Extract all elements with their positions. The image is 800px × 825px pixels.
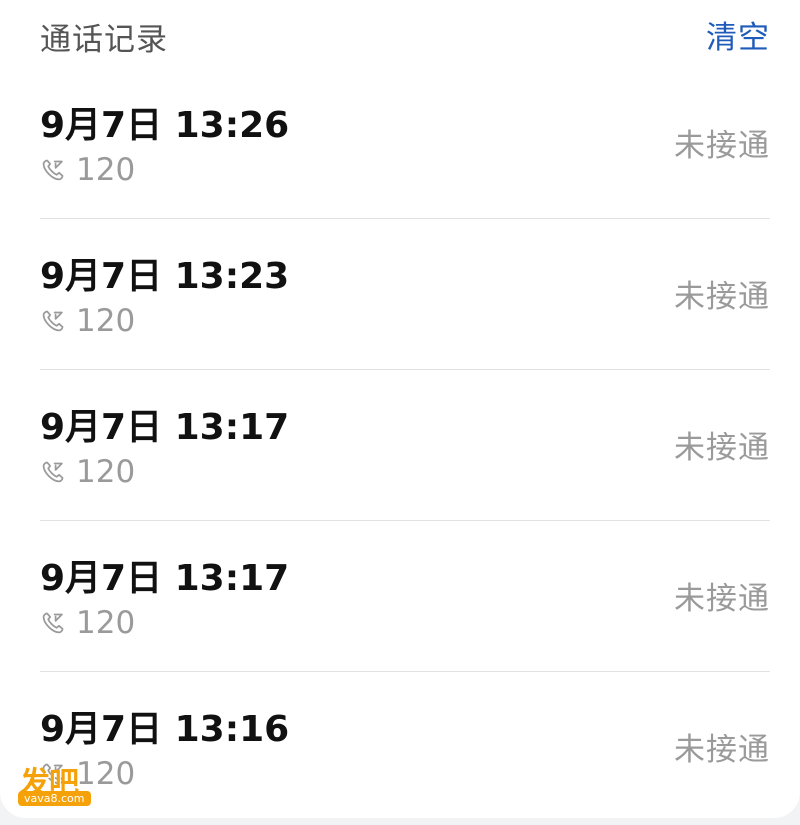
call-log-header: 通话记录 清空 — [40, 0, 770, 68]
call-time: 9月7日 13:17 — [40, 558, 290, 599]
call-status: 未接通 — [674, 732, 770, 768]
watermark-logo: 发吧 vava8.com — [18, 758, 98, 808]
call-time: 9月7日 13:17 — [40, 407, 290, 448]
call-row[interactable]: 9月7日 13:16 120 未接通 — [40, 672, 770, 822]
call-status: 未接通 — [674, 430, 770, 466]
call-time: 9月7日 13:16 — [40, 709, 290, 750]
clear-button[interactable]: 清空 — [706, 12, 770, 57]
call-number-line: 120 — [40, 454, 135, 490]
missed-call-icon — [42, 310, 64, 332]
call-number-line: 120 — [40, 152, 135, 188]
call-number: 120 — [76, 454, 136, 490]
call-number-line: 120 — [40, 303, 135, 339]
watermark-url: vava8.com — [18, 791, 91, 806]
missed-call-icon — [42, 612, 64, 634]
call-row[interactable]: 9月7日 13:17 120 未接通 — [40, 370, 770, 521]
call-time: 9月7日 13:26 — [40, 105, 290, 146]
call-row[interactable]: 9月7日 13:26 120 未接通 — [40, 68, 770, 219]
call-number: 120 — [76, 303, 136, 339]
call-log-screen: 通话记录 清空 9月7日 13:26 120 未接通 9月7日 13:23 12… — [0, 0, 800, 825]
page-title: 通话记录 — [40, 22, 168, 58]
call-number: 120 — [76, 605, 136, 641]
call-status: 未接通 — [674, 279, 770, 315]
call-status: 未接通 — [674, 128, 770, 164]
call-row[interactable]: 9月7日 13:23 120 未接通 — [40, 219, 770, 370]
call-status: 未接通 — [674, 581, 770, 617]
call-list: 9月7日 13:26 120 未接通 9月7日 13:23 120 未接通 9月… — [40, 68, 770, 822]
call-number-line: 120 — [40, 605, 135, 641]
call-number: 120 — [76, 152, 136, 188]
call-time: 9月7日 13:23 — [40, 256, 290, 297]
call-log-card: 通话记录 清空 9月7日 13:26 120 未接通 9月7日 13:23 12… — [0, 0, 800, 818]
missed-call-icon — [42, 159, 64, 181]
missed-call-icon — [42, 461, 64, 483]
call-row[interactable]: 9月7日 13:17 120 未接通 — [40, 521, 770, 672]
